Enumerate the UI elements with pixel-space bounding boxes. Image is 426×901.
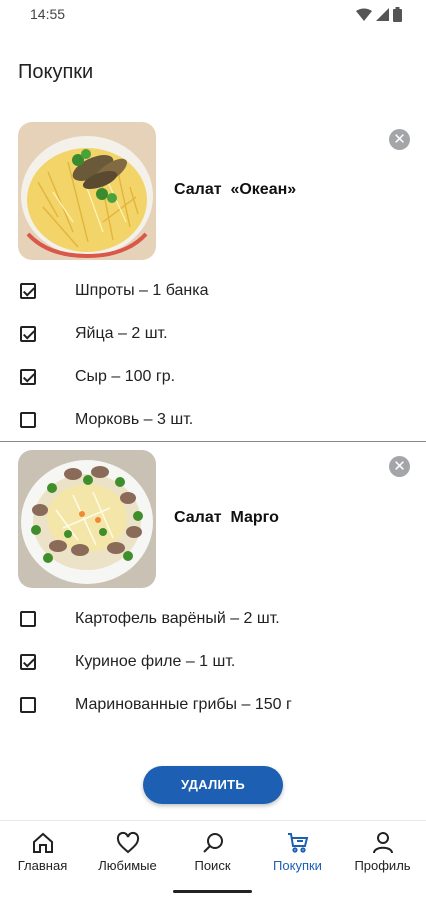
- person-icon: [372, 832, 393, 854]
- recipe-image-margo: [18, 450, 156, 588]
- ingredient-row[interactable]: Морковь – 3 шт.: [20, 408, 193, 432]
- ingredient-row[interactable]: Яйца – 2 шт.: [20, 322, 168, 346]
- ingredient-checkbox[interactable]: [20, 326, 36, 342]
- ingredient-checkbox[interactable]: [20, 654, 36, 670]
- nav-label: Поиск: [194, 858, 231, 873]
- ingredient-label: Шпроты – 1 банка: [75, 282, 209, 299]
- nav-label: Профиль: [354, 858, 411, 873]
- ingredient-label: Сыр – 100 гр.: [75, 368, 176, 385]
- status-time: 14:55: [30, 6, 66, 22]
- delete-button[interactable]: УДАЛИТЬ: [143, 766, 283, 804]
- remove-recipe-button[interactable]: ✕: [389, 129, 410, 150]
- ingredient-row[interactable]: Сыр – 100 гр.: [20, 365, 175, 389]
- nav-item-profile[interactable]: Профиль: [340, 831, 425, 873]
- ingredient-label: Куриное филе – 1 шт.: [75, 653, 236, 670]
- ingredient-label: Яйца – 2 шт.: [75, 325, 168, 342]
- recipe-divider: [0, 441, 426, 442]
- ingredient-checkbox[interactable]: [20, 369, 36, 385]
- bottom-nav: Главная Любимые Поиск Покупки Профиль: [0, 820, 426, 901]
- heart-icon: [116, 831, 139, 854]
- ingredient-checkbox[interactable]: [20, 697, 36, 713]
- ingredient-checkbox[interactable]: [20, 283, 36, 299]
- page-title: Покупки: [18, 61, 94, 83]
- status-bar: 14:55: [0, 0, 426, 30]
- nav-label: Главная: [17, 858, 68, 873]
- ingredient-row[interactable]: Маринованные грибы – 150 г: [20, 693, 292, 717]
- signal-icon: [376, 8, 389, 21]
- close-icon: ✕: [393, 130, 406, 148]
- home-icon: [32, 832, 53, 853]
- cart-icon: [287, 833, 308, 853]
- nav-label: Покупки: [273, 858, 322, 873]
- ingredient-row[interactable]: Шпроты – 1 банка: [20, 279, 209, 303]
- battery-icon: [393, 7, 402, 22]
- nav-item-search[interactable]: Поиск: [170, 831, 255, 873]
- home-indicator: [173, 890, 252, 893]
- wifi-icon: [356, 8, 372, 21]
- recipe-title: Салат «Океан»: [174, 181, 297, 198]
- ingredient-label: Картофель варёный – 2 шт.: [75, 610, 280, 627]
- recipe-title: Салат Марго: [174, 509, 279, 526]
- nav-item-favorites[interactable]: Любимые: [85, 831, 170, 873]
- ingredient-row[interactable]: Картофель варёный – 2 шт.: [20, 607, 280, 631]
- close-icon: ✕: [393, 457, 406, 475]
- recipe-image-ocean: [18, 122, 156, 260]
- ingredient-label: Морковь – 3 шт.: [75, 411, 194, 428]
- ingredient-checkbox[interactable]: [20, 611, 36, 627]
- nav-item-home[interactable]: Главная: [0, 831, 85, 873]
- search-icon: [202, 833, 223, 853]
- nav-label: Любимые: [98, 858, 157, 873]
- ingredient-row[interactable]: Куриное филе – 1 шт.: [20, 650, 235, 674]
- ingredient-label: Маринованные грибы – 150 г: [75, 696, 292, 713]
- remove-recipe-button[interactable]: ✕: [389, 456, 410, 477]
- status-icons: [356, 7, 402, 22]
- nav-item-shopping[interactable]: Покупки: [255, 831, 340, 873]
- ingredient-checkbox[interactable]: [20, 412, 36, 428]
